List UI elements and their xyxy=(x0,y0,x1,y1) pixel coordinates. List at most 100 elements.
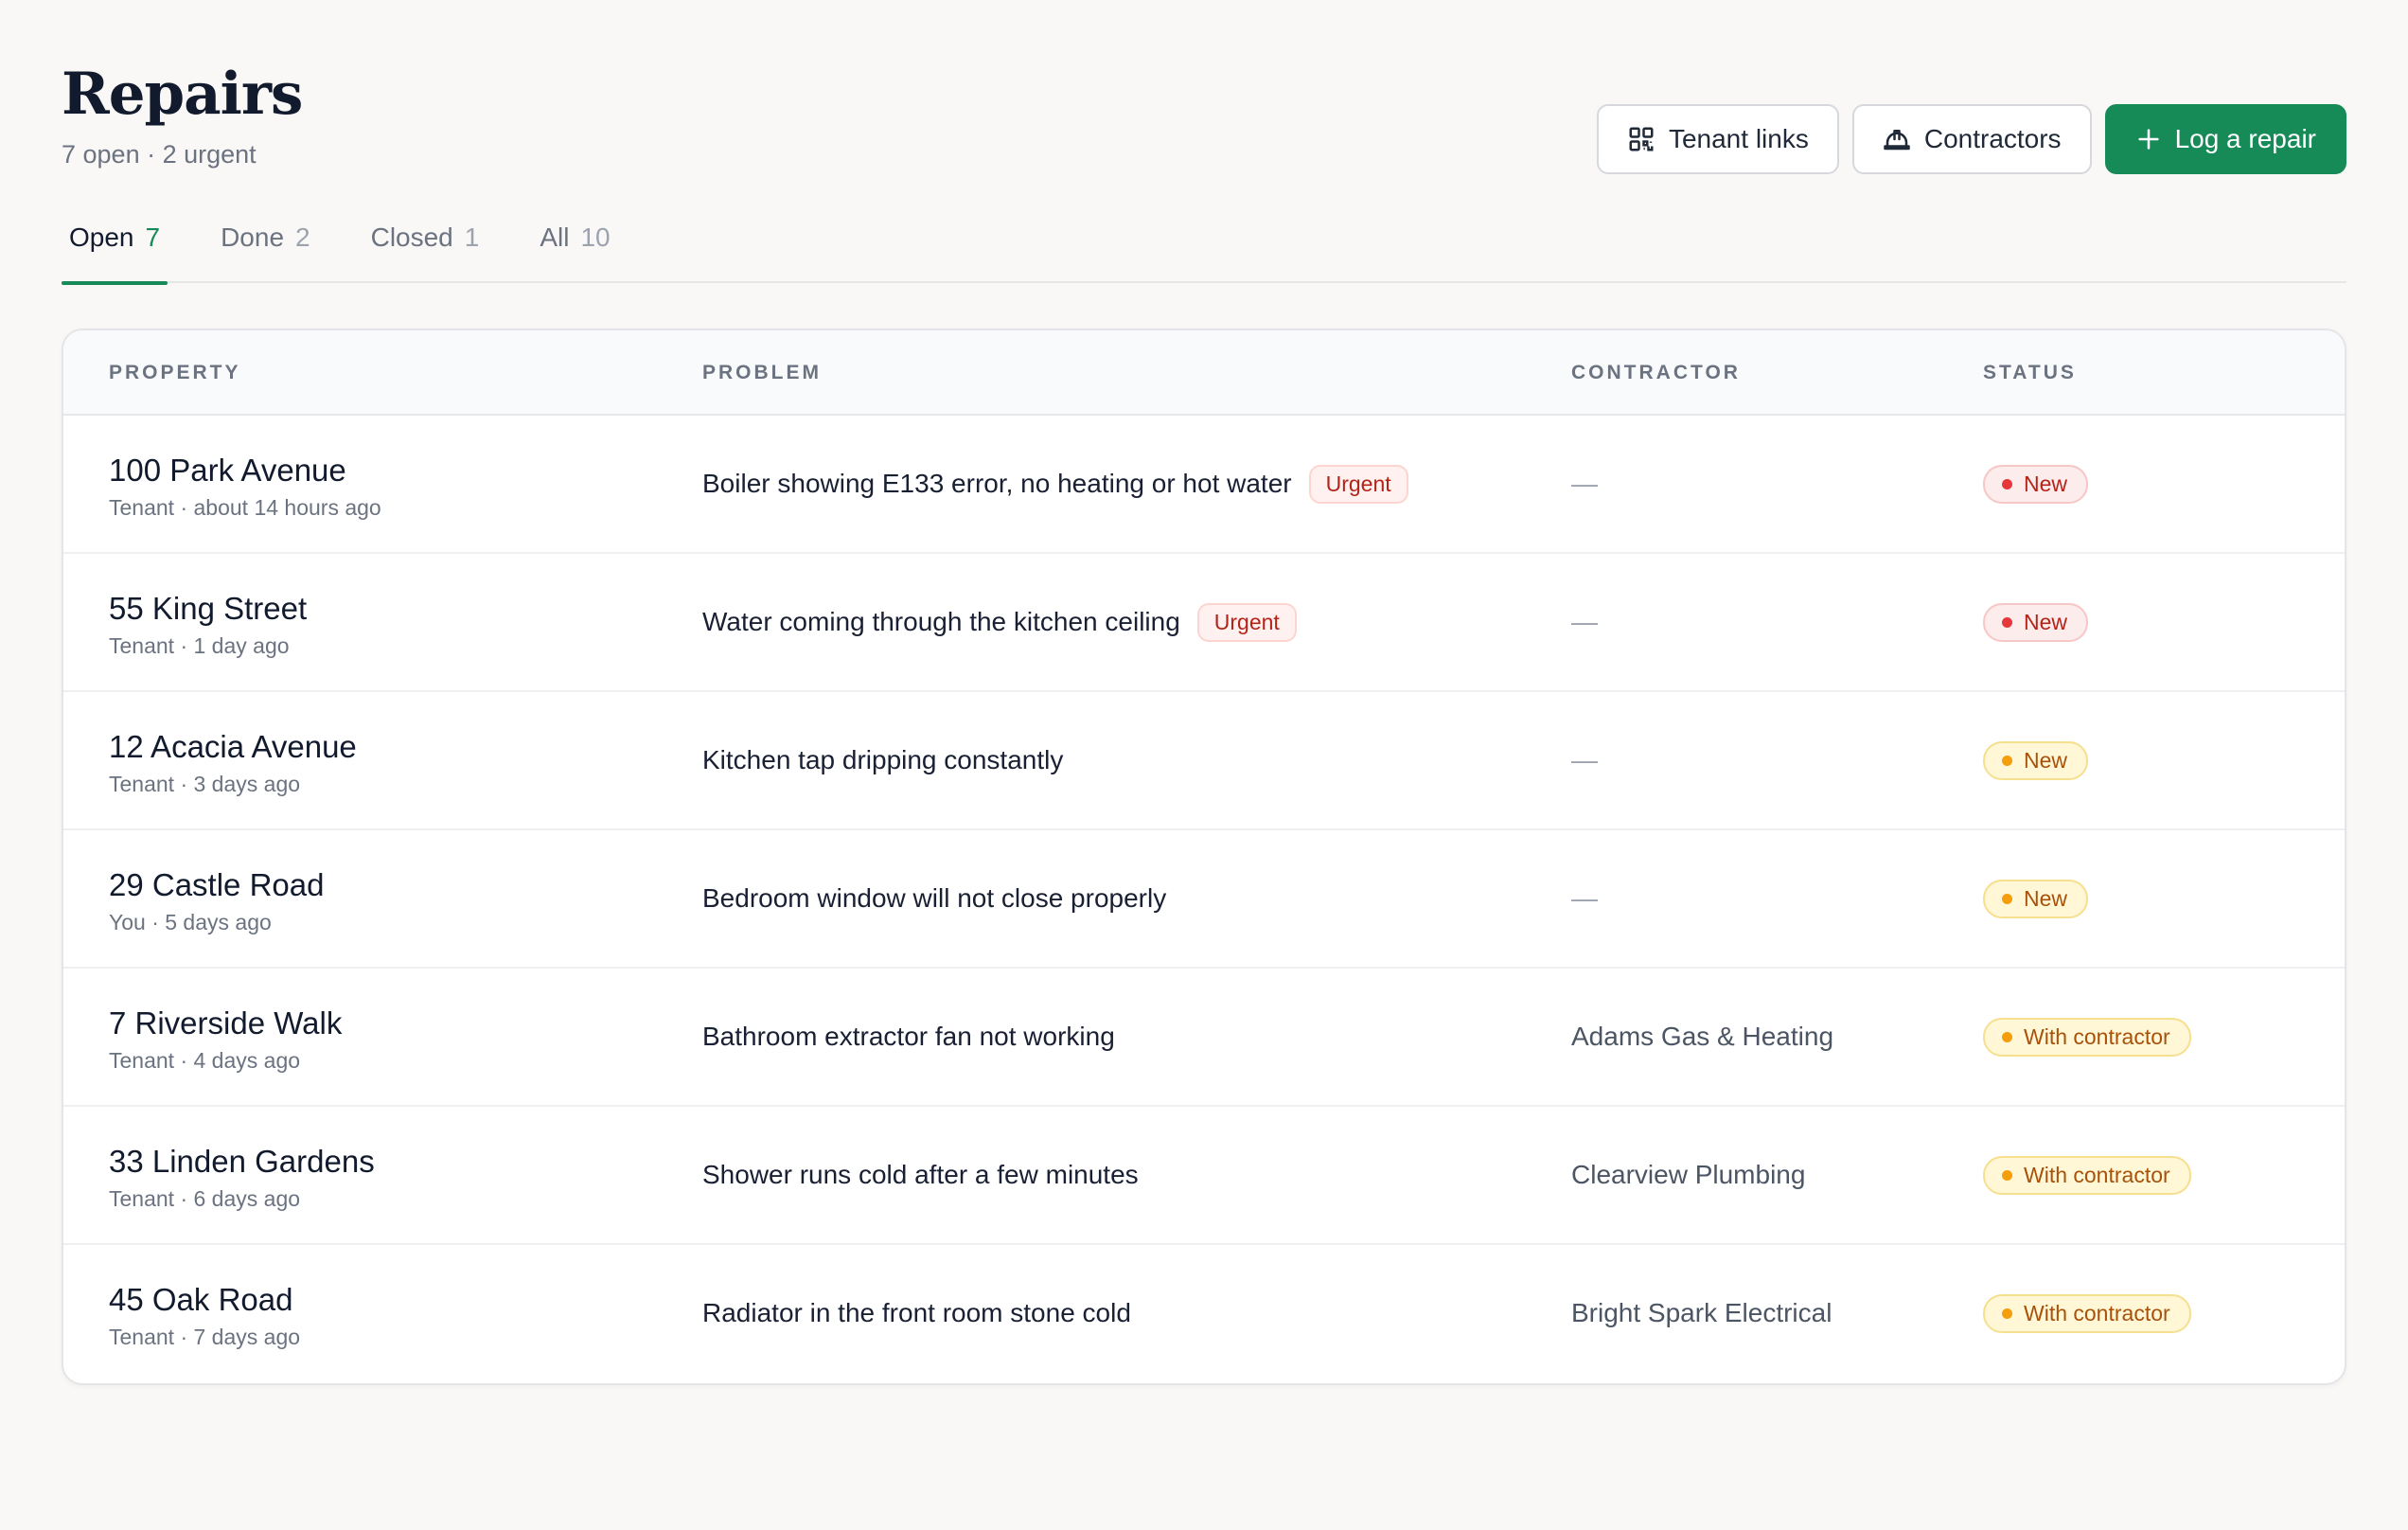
problem-cell: Bedroom window will not close properly xyxy=(702,830,1166,967)
reported-meta: Tenant · about 14 hours ago xyxy=(109,495,381,520)
tab-label: Closed xyxy=(370,222,453,252)
status-badge: New xyxy=(1983,879,2089,918)
column-header-problem[interactable]: PROBLEM xyxy=(702,330,822,416)
tab-done[interactable]: Done 2 xyxy=(213,204,318,283)
property-cell: 45 Oak Road Tenant · 7 days ago xyxy=(109,1281,300,1350)
tab-count: 2 xyxy=(295,222,310,252)
repairs-table: PROPERTY PROBLEM CONTRACTOR STATUS 100 P… xyxy=(62,329,2346,1385)
hard-hat-icon xyxy=(1883,125,1911,153)
property-name: 29 Castle Road xyxy=(109,867,325,902)
status-cell: With contractor xyxy=(1983,1107,2191,1243)
header-actions: Tenant links Contractors Log a repair xyxy=(1596,104,2346,174)
tab-open[interactable]: Open 7 xyxy=(62,204,168,285)
page-title: Repairs xyxy=(62,61,303,128)
contractors-button[interactable]: Contractors xyxy=(1851,104,2092,174)
problem-text: Shower runs cold after a few minutes xyxy=(702,1160,1139,1189)
status-dot-icon xyxy=(2002,1308,2012,1319)
status-dot-icon xyxy=(2002,478,2012,489)
table-row[interactable]: 55 King Street Tenant · 1 day ago Water … xyxy=(63,554,2345,692)
status-badge: With contractor xyxy=(1983,1017,2191,1057)
table-row[interactable]: 7 Riverside Walk Tenant · 4 days ago Bat… xyxy=(63,969,2345,1107)
status-badge: With contractor xyxy=(1983,1155,2191,1195)
problem-cell: Kitchen tap dripping constantly xyxy=(702,692,1063,828)
property-cell: 100 Park Avenue Tenant · about 14 hours … xyxy=(109,452,381,521)
status-badge: New xyxy=(1983,740,2089,780)
reported-meta: Tenant · 3 days ago xyxy=(109,772,301,796)
status-dot-icon xyxy=(2002,1169,2012,1181)
property-name: 45 Oak Road xyxy=(109,1282,293,1317)
contractor-cell: Bright Spark Electrical xyxy=(1571,1298,1833,1327)
problem-text: Boiler showing E133 error, no heating or… xyxy=(702,469,1292,498)
log-repair-label: Log a repair xyxy=(2174,124,2316,153)
tab-label: Done xyxy=(221,222,285,252)
tenant-links-button[interactable]: Tenant links xyxy=(1596,104,1839,174)
tab-label: Open xyxy=(69,222,134,252)
status-cell: New xyxy=(1983,416,2089,552)
reported-meta: Tenant · 4 days ago xyxy=(109,1048,301,1073)
contractors-label: Contractors xyxy=(1923,124,2062,153)
status-cell: With contractor xyxy=(1983,1245,2191,1381)
log-repair-button[interactable]: Log a repair xyxy=(2104,104,2346,174)
table-row[interactable]: 12 Acacia Avenue Tenant · 3 days ago Kit… xyxy=(63,692,2345,830)
contractor-cell: Clearview Plumbing xyxy=(1571,1160,1806,1189)
status-cell: New xyxy=(1983,830,2089,967)
problem-text: Water coming through the kitchen ceiling xyxy=(702,607,1180,636)
plus-icon xyxy=(2135,126,2162,152)
tab-count: 10 xyxy=(580,222,611,252)
status-cell: With contractor xyxy=(1983,969,2191,1105)
status-dot-icon xyxy=(2002,616,2012,628)
urgent-badge: Urgent xyxy=(1196,602,1297,642)
problem-cell: Radiator in the front room stone cold xyxy=(702,1245,1131,1381)
property-name: 7 Riverside Walk xyxy=(109,1005,343,1041)
status-cell: New xyxy=(1983,554,2089,690)
status-label: New xyxy=(2024,609,2068,634)
column-header-property[interactable]: PROPERTY xyxy=(109,330,241,416)
property-name: 12 Acacia Avenue xyxy=(109,729,357,764)
property-name: 100 Park Avenue xyxy=(109,453,346,488)
status-label: With contractor xyxy=(2024,1162,2170,1187)
tab-label: All xyxy=(540,222,570,252)
tab-closed[interactable]: Closed 1 xyxy=(363,204,487,283)
status-dot-icon xyxy=(2002,755,2012,766)
problem-cell: Bathroom extractor fan not working xyxy=(702,969,1115,1105)
property-name: 55 King Street xyxy=(109,591,308,626)
problem-text: Kitchen tap dripping constantly xyxy=(702,745,1064,774)
status-label: New xyxy=(2024,747,2068,773)
property-cell: 33 Linden Gardens Tenant · 6 days ago xyxy=(109,1143,375,1212)
tab-count: 1 xyxy=(464,222,480,252)
status-cell: New xyxy=(1983,692,2089,828)
status-dot-icon xyxy=(2002,1031,2012,1042)
problem-cell: Boiler showing E133 error, no heating or… xyxy=(702,416,1408,552)
tab-all[interactable]: All 10 xyxy=(532,204,617,283)
urgent-badge: Urgent xyxy=(1308,464,1408,504)
table-row[interactable]: 45 Oak Road Tenant · 7 days ago Radiator… xyxy=(63,1245,2345,1383)
status-label: With contractor xyxy=(2024,1300,2170,1325)
contractor-cell: — xyxy=(1571,469,1598,498)
reported-meta: Tenant · 7 days ago xyxy=(109,1325,301,1349)
page-header: Repairs 7 open · 2 urgent Tenant links C… xyxy=(62,0,2346,204)
table-row[interactable]: 100 Park Avenue Tenant · about 14 hours … xyxy=(63,416,2345,554)
tenant-links-label: Tenant links xyxy=(1668,124,1809,153)
status-badge: New xyxy=(1983,602,2089,642)
property-name: 33 Linden Gardens xyxy=(109,1144,375,1179)
status-badge: New xyxy=(1983,464,2089,504)
table-row[interactable]: 29 Castle Road You · 5 days ago Bedroom … xyxy=(63,830,2345,969)
tab-count: 7 xyxy=(145,222,161,252)
property-cell: 55 King Street Tenant · 1 day ago xyxy=(109,590,307,659)
status-label: With contractor xyxy=(2024,1023,2170,1049)
status-badge: With contractor xyxy=(1983,1293,2191,1333)
page-subtitle: 7 open · 2 urgent xyxy=(62,140,257,169)
contractor-cell: — xyxy=(1571,745,1598,774)
status-tabs: Open 7 Done 2 Closed 1 All 10 xyxy=(62,204,2346,285)
table-header: PROPERTY PROBLEM CONTRACTOR STATUS xyxy=(63,330,2345,416)
column-header-contractor[interactable]: CONTRACTOR xyxy=(1571,330,1741,416)
column-header-status[interactable]: STATUS xyxy=(1983,330,2077,416)
contractor-cell: — xyxy=(1571,607,1598,636)
problem-text: Bedroom window will not close properly xyxy=(702,883,1167,913)
qr-code-icon xyxy=(1627,125,1656,153)
reported-meta: You · 5 days ago xyxy=(109,910,272,934)
problem-text: Bathroom extractor fan not working xyxy=(702,1022,1115,1051)
reported-meta: Tenant · 1 day ago xyxy=(109,633,290,658)
table-row[interactable]: 33 Linden Gardens Tenant · 6 days ago Sh… xyxy=(63,1107,2345,1245)
status-label: New xyxy=(2024,471,2068,496)
